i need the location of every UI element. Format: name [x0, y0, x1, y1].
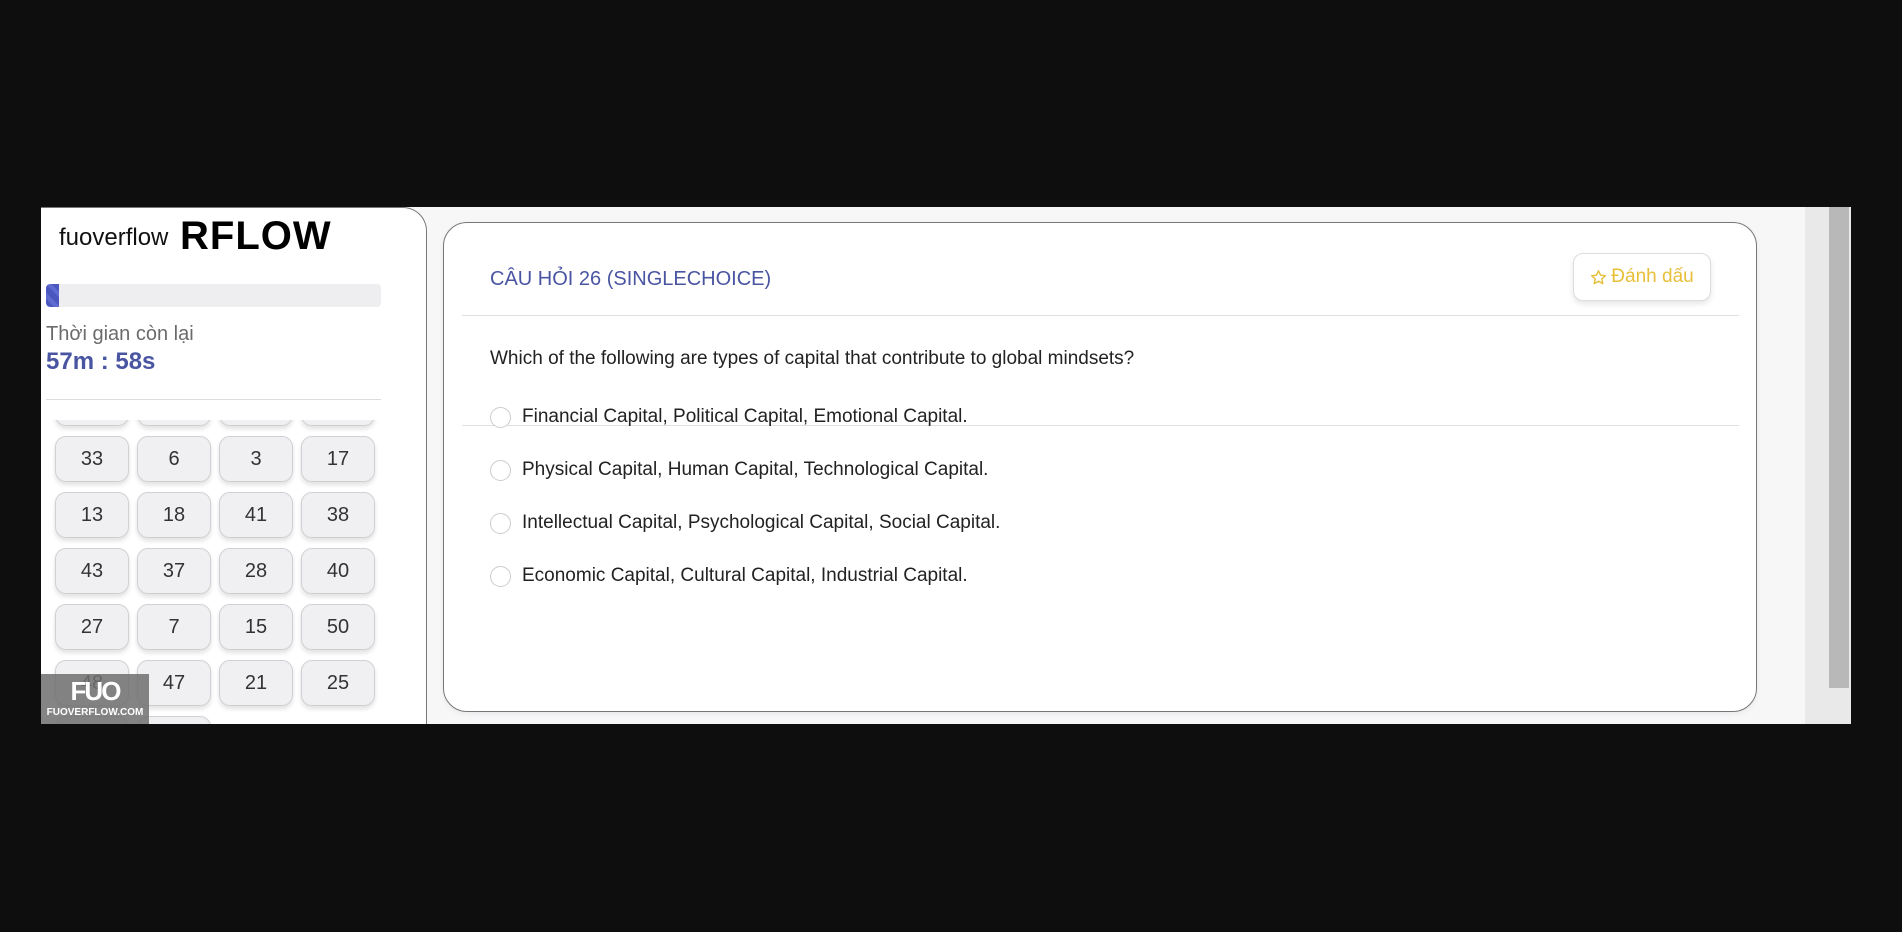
question-nav-button[interactable] [301, 420, 375, 426]
question-card: CÂU HỎI 26 (SINGLECHOICE) Đánh dấu Which… [443, 222, 1757, 712]
radio-button[interactable] [490, 565, 511, 587]
watermark-big: FUO [70, 676, 122, 706]
question-nav-button[interactable]: 41 [219, 492, 293, 538]
question-nav-button[interactable]: 37 [137, 548, 211, 594]
divider [462, 315, 1739, 316]
logo-wordmark: RFLOW [180, 214, 332, 258]
question-nav-button[interactable]: 21 [219, 660, 293, 706]
answer-option-label: Physical Capital, Human Capital, Technol… [522, 459, 989, 480]
question-nav-button[interactable]: 7 [137, 604, 211, 650]
sidebar: fuoverflow RFLOW Thời gian còn lại 57m :… [41, 207, 427, 724]
question-text: Which of the following are types of capi… [490, 348, 1135, 369]
question-nav-button[interactable]: 28 [219, 548, 293, 594]
question-nav-button[interactable]: 13 [55, 492, 129, 538]
fuo-watermark-logo: FUO FUOVERFLOW.COM [41, 674, 149, 724]
question-nav-button[interactable]: 40 [301, 548, 375, 594]
answer-option[interactable]: Financial Capital, Political Capital, Em… [490, 406, 968, 428]
answer-option-label: Economic Capital, Cultural Capital, Indu… [522, 565, 968, 586]
countdown-timer: 57m : 58s [46, 348, 156, 375]
question-nav-button[interactable] [137, 420, 211, 426]
answer-option[interactable]: Physical Capital, Human Capital, Technol… [490, 459, 988, 481]
question-nav-button[interactable]: 3 [219, 436, 293, 482]
time-remaining-label: Thời gian còn lại [46, 323, 194, 345]
exam-screen: fuoverflow RFLOW Thời gian còn lại 57m :… [41, 207, 1861, 724]
watermark-small: FUOVERFLOW.COM [46, 707, 144, 718]
question-nav-button[interactable]: 43 [55, 548, 129, 594]
question-nav-button[interactable]: 33 [55, 436, 129, 482]
question-nav-button[interactable]: 38 [301, 492, 375, 538]
bookmark-label: Đánh dấu [1611, 266, 1694, 287]
answer-option[interactable]: Economic Capital, Cultural Capital, Indu… [490, 565, 968, 587]
radio-button[interactable] [490, 406, 511, 428]
question-nav-button[interactable]: 27 [55, 604, 129, 650]
logo-text: fuoverflow [59, 224, 169, 251]
question-title: CÂU HỎI 26 (SINGLECHOICE) [490, 268, 772, 290]
question-nav-button[interactable]: 6 [137, 436, 211, 482]
logo: fuoverflow RFLOW [41, 208, 331, 258]
progress-fill [46, 284, 60, 307]
answer-option-label: Financial Capital, Political Capital, Em… [522, 406, 968, 427]
radio-button[interactable] [490, 512, 511, 534]
question-nav-button[interactable]: 15 [219, 604, 293, 650]
bookmark-button[interactable]: Đánh dấu [1573, 253, 1711, 301]
answer-option[interactable]: Intellectual Capital, Psychological Capi… [490, 512, 1000, 534]
question-nav-button[interactable]: 25 [301, 660, 375, 706]
scrollbar-thumb[interactable] [1829, 207, 1849, 688]
divider [46, 399, 381, 400]
star-outline-icon [1591, 269, 1607, 284]
answer-option-label: Intellectual Capital, Psychological Capi… [522, 512, 1001, 533]
question-nav-button[interactable] [55, 420, 129, 426]
question-nav-button[interactable]: 17 [301, 436, 375, 482]
question-nav-button[interactable]: 50 [301, 604, 375, 650]
radio-button[interactable] [490, 459, 511, 481]
window-edge [1851, 207, 1861, 724]
progress-bar [46, 284, 381, 307]
question-nav-button[interactable] [219, 420, 293, 426]
question-nav-button[interactable]: 18 [137, 492, 211, 538]
